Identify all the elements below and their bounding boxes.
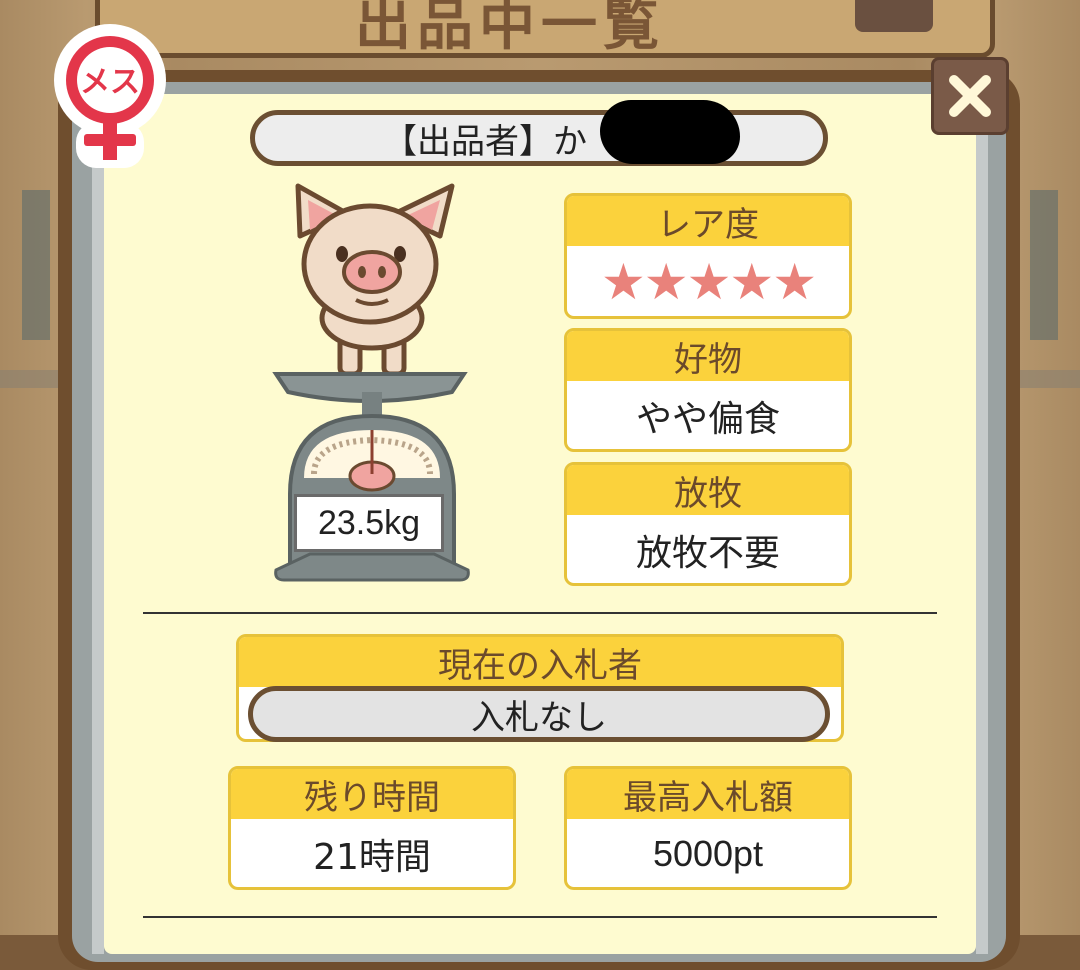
background-rail	[1010, 370, 1080, 388]
seller-name: か	[553, 121, 587, 162]
background-close-button	[855, 0, 933, 32]
close-button[interactable]	[931, 57, 1009, 135]
divider	[143, 612, 937, 614]
dialog-edge-right	[976, 94, 988, 954]
female-symbol-icon: メス	[54, 24, 166, 168]
remaining-time-title: 残り時間	[231, 769, 513, 819]
weight-display: 23.5kg	[294, 494, 444, 552]
rarity-card: レア度 ★★★★★	[564, 193, 852, 319]
background-post	[1030, 190, 1058, 340]
rarity-stars: ★★★★★	[600, 253, 817, 311]
highest-bid-value: 5000pt	[652, 833, 764, 874]
background-post	[22, 190, 50, 340]
current-bidder-value: 入札なし	[248, 686, 830, 742]
seller-label: 【出品者】	[383, 121, 553, 162]
current-bidder-title: 現在の入札者	[239, 637, 841, 687]
divider	[143, 916, 937, 918]
grazing-title: 放牧	[567, 465, 849, 515]
rarity-title: レア度	[567, 196, 849, 246]
background-title: 出品中一覧	[355, 0, 665, 58]
dialog-edge-left	[92, 94, 104, 954]
grazing-card: 放牧 放牧不要	[564, 462, 852, 586]
preference-title: 好物	[567, 331, 849, 381]
close-icon	[949, 75, 991, 117]
redaction-mark	[600, 100, 740, 164]
highest-bid-card: 最高入札額 5000pt	[564, 766, 852, 890]
badge-label: メス	[80, 65, 140, 100]
seller-field: 【出品者】 か	[250, 110, 828, 166]
remaining-time-value: 21時間	[313, 837, 431, 878]
preference-card: 好物 やや偏食	[564, 328, 852, 452]
highest-bid-title: 最高入札額	[567, 769, 849, 819]
remaining-time-card: 残り時間 21時間	[228, 766, 516, 890]
preference-value: やや偏食	[635, 399, 780, 440]
grazing-value: 放牧不要	[635, 533, 780, 574]
